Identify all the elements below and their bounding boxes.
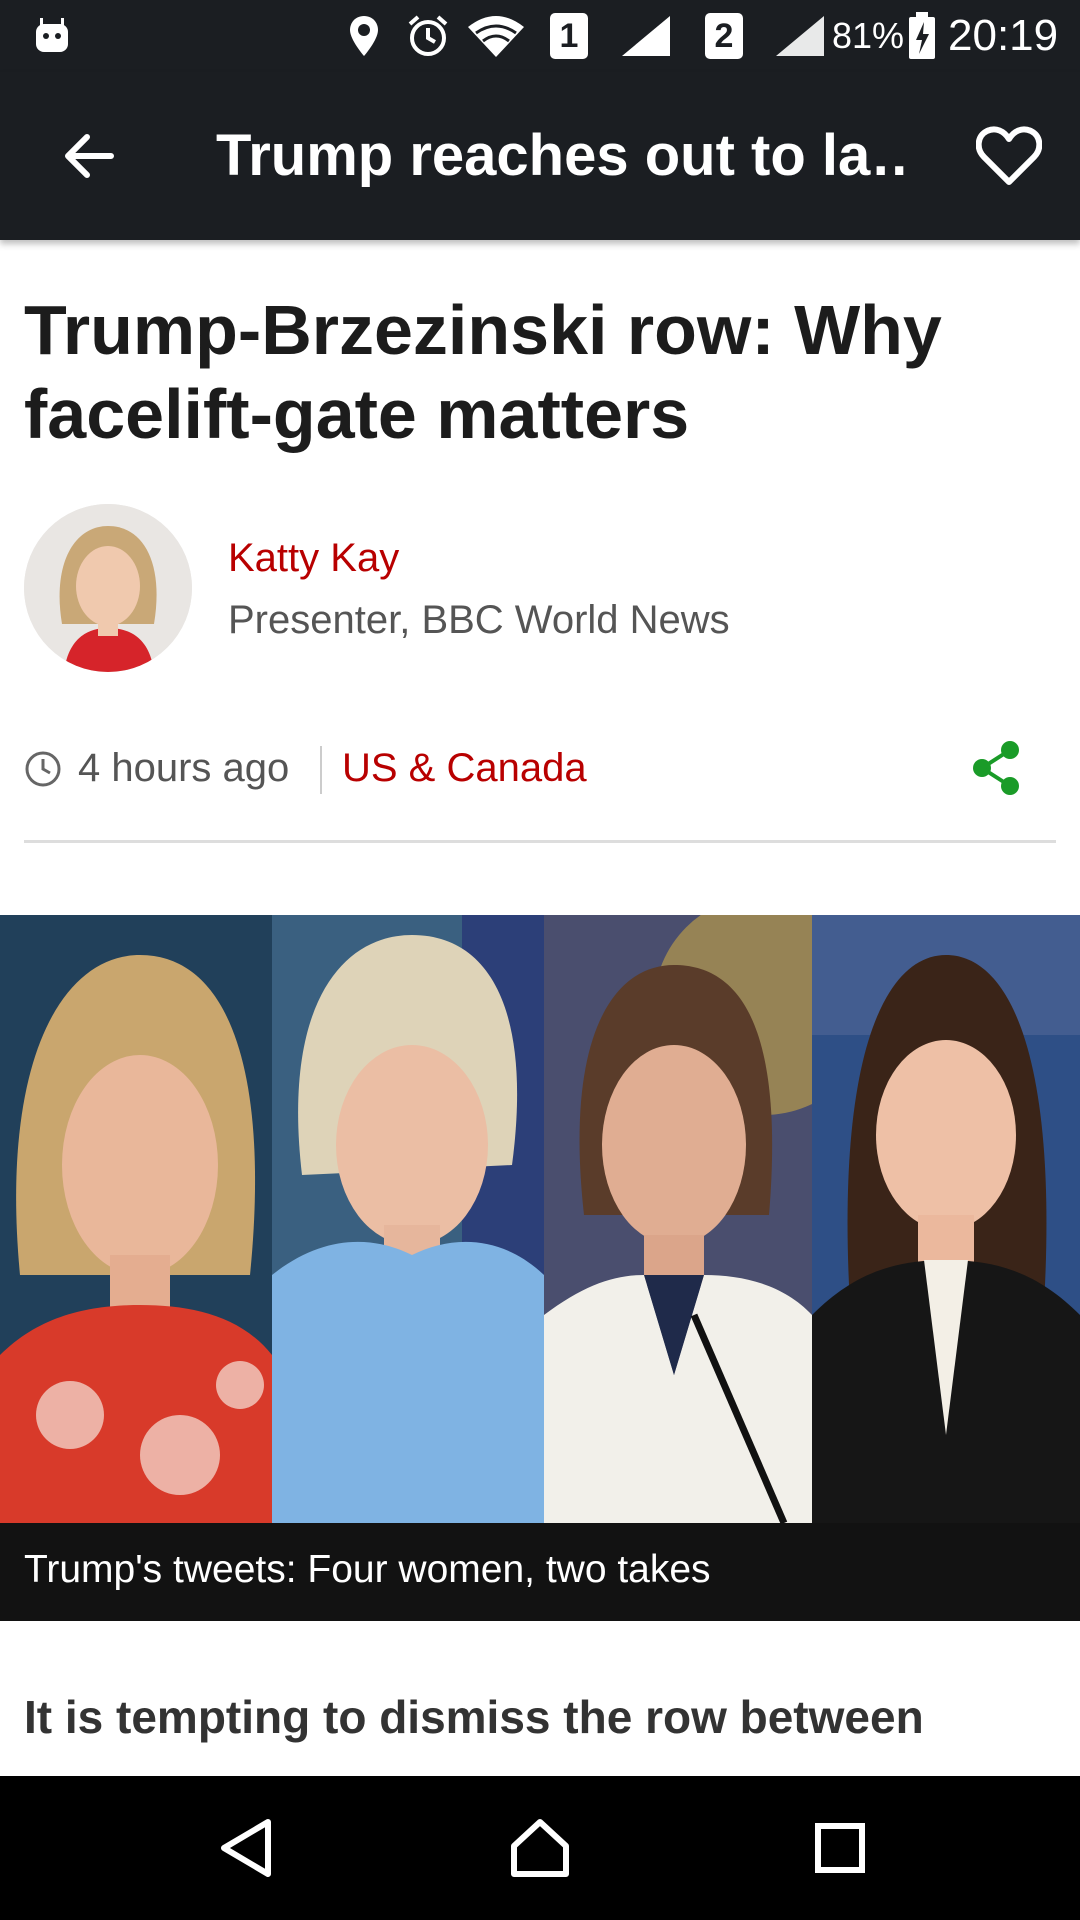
photo-panel-4 xyxy=(812,915,1080,1523)
publish-time: 4 hours ago xyxy=(78,746,290,790)
sim2-label: 2 xyxy=(714,16,734,55)
photo-panel-3 xyxy=(544,915,812,1523)
meta-divider xyxy=(320,746,322,794)
article-content[interactable]: Trump-Brzezinski row: Why facelift-gate … xyxy=(0,240,1080,1776)
divider xyxy=(24,840,1056,843)
nav-recents-button[interactable] xyxy=(790,1798,890,1898)
recents-icon xyxy=(815,1823,865,1873)
nav-back-button[interactable] xyxy=(196,1798,296,1898)
article-image[interactable] xyxy=(0,915,1080,1523)
battery-percent: 81% xyxy=(832,15,905,56)
heart-outline-icon xyxy=(976,126,1042,185)
nav-home-button[interactable] xyxy=(490,1798,590,1898)
sim2-badge: 2 xyxy=(705,0,743,72)
wifi-icon xyxy=(466,0,526,72)
article-meta: 4 hours ago US & Canada xyxy=(24,736,1056,800)
section-link[interactable]: US & Canada xyxy=(342,736,587,800)
battery-charging-icon xyxy=(908,0,936,72)
photo-panel-2 xyxy=(272,915,544,1523)
app-bar: Trump reaches out to la… xyxy=(0,72,1080,240)
author-role: Presenter, BBC World News xyxy=(228,598,730,642)
back-triangle-icon xyxy=(221,1819,271,1877)
app-bar-title: Trump reaches out to la… xyxy=(216,123,906,188)
signal-icon xyxy=(774,0,826,72)
home-icon xyxy=(511,1819,569,1877)
author-name[interactable]: Katty Kay xyxy=(228,536,399,581)
favorite-button[interactable] xyxy=(964,112,1054,200)
back-button[interactable] xyxy=(44,112,132,200)
clock-icon xyxy=(25,751,61,787)
article-lede: It is tempting to dismiss the row betwee… xyxy=(24,1691,924,1743)
sim1-badge: 1 xyxy=(550,0,588,72)
image-caption: Trump's tweets: Four women, two takes xyxy=(0,1523,1080,1621)
status-bar: 1 2 81% 20:19 xyxy=(0,0,1080,72)
article-headline: Trump-Brzezinski row: Why facelift-gate … xyxy=(24,291,942,453)
arrow-left-icon xyxy=(65,134,114,178)
image-caption-text: Trump's tweets: Four women, two takes xyxy=(24,1548,711,1591)
signal-icon xyxy=(620,0,672,72)
location-icon xyxy=(348,0,380,72)
navigation-bar xyxy=(0,1776,1080,1920)
alarm-icon xyxy=(406,0,450,72)
photo-panel-1 xyxy=(0,915,272,1523)
share-icon xyxy=(973,741,1019,795)
sim1-label: 1 xyxy=(559,16,579,55)
share-button[interactable] xyxy=(964,736,1028,800)
author-avatar[interactable] xyxy=(24,504,192,672)
android-icon xyxy=(32,0,72,72)
clock: 20:19 xyxy=(948,11,1059,60)
